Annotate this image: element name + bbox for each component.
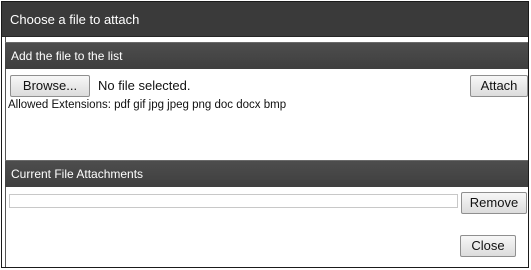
- remove-button[interactable]: Remove: [461, 192, 527, 214]
- browse-button[interactable]: Browse...: [10, 75, 90, 97]
- left-divider: [5, 37, 6, 267]
- close-button[interactable]: Close: [460, 235, 516, 257]
- dialog-title: Choose a file to attach: [2, 2, 528, 37]
- attachments-section-header: Current File Attachments: [5, 160, 528, 187]
- attach-button[interactable]: Attach: [470, 75, 528, 97]
- allowed-extensions-text: Allowed Extensions: pdf gif jpg jpeg png…: [8, 99, 287, 111]
- file-status-text: No file selected.: [98, 78, 191, 93]
- add-file-section-header: Add the file to the list: [5, 42, 528, 69]
- attach-file-dialog: Choose a file to attach Add the file to …: [1, 1, 529, 268]
- attachments-list[interactable]: [9, 194, 458, 208]
